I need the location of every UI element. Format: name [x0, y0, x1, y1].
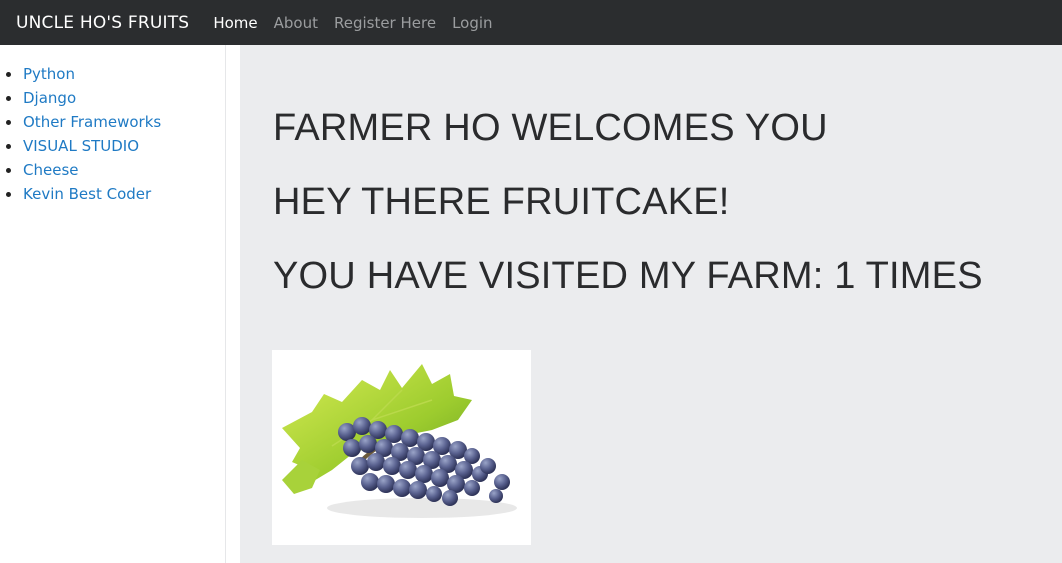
visit-count-heading: YOU HAVE VISITED MY FARM: 1 TIMES	[273, 255, 983, 297]
bullet-icon	[6, 120, 11, 125]
welcome-heading: FARMER HO WELCOMES YOU	[273, 107, 828, 149]
sidebar-item-visual-studio: VISUAL STUDIO	[0, 134, 161, 158]
sidebar-list: Python Django Other Frameworks VISUAL ST…	[0, 62, 161, 206]
brand-link[interactable]: UNCLE HO'S FRUITS	[16, 13, 189, 33]
greeting-heading: HEY THERE FRUITCAKE!	[273, 181, 730, 223]
sidebar-item-cheese: Cheese	[0, 158, 161, 182]
bullet-icon	[6, 72, 11, 77]
nav-link-login[interactable]: Login	[452, 14, 492, 32]
sidebar-link-kevin-best-coder[interactable]: Kevin Best Coder	[23, 185, 151, 203]
top-navbar: UNCLE HO'S FRUITS Home About Register He…	[0, 0, 1062, 45]
sidebar-link-cheese[interactable]: Cheese	[23, 161, 78, 179]
nav-links: Home About Register Here Login	[213, 14, 508, 32]
grapes-illustration	[282, 364, 517, 518]
sidebar-item-kevin-best-coder: Kevin Best Coder	[0, 182, 161, 206]
sidebar: Python Django Other Frameworks VISUAL ST…	[0, 45, 226, 563]
sidebar-item-other-frameworks: Other Frameworks	[0, 110, 161, 134]
nav-link-about[interactable]: About	[274, 14, 318, 32]
bullet-icon	[6, 144, 11, 149]
sidebar-item-python: Python	[0, 62, 161, 86]
bullet-icon	[6, 192, 11, 197]
sidebar-link-visual-studio[interactable]: VISUAL STUDIO	[23, 137, 139, 155]
sidebar-item-django: Django	[0, 86, 161, 110]
nav-link-home[interactable]: Home	[213, 14, 257, 32]
sidebar-link-other-frameworks[interactable]: Other Frameworks	[23, 113, 161, 131]
bullet-icon	[6, 96, 11, 101]
nav-link-register[interactable]: Register Here	[334, 14, 436, 32]
grapes-image	[272, 350, 531, 545]
sidebar-link-python[interactable]: Python	[23, 65, 75, 83]
bullet-icon	[6, 168, 11, 173]
main-content: FARMER HO WELCOMES YOU HEY THERE FRUITCA…	[240, 45, 1062, 563]
sidebar-link-django[interactable]: Django	[23, 89, 76, 107]
